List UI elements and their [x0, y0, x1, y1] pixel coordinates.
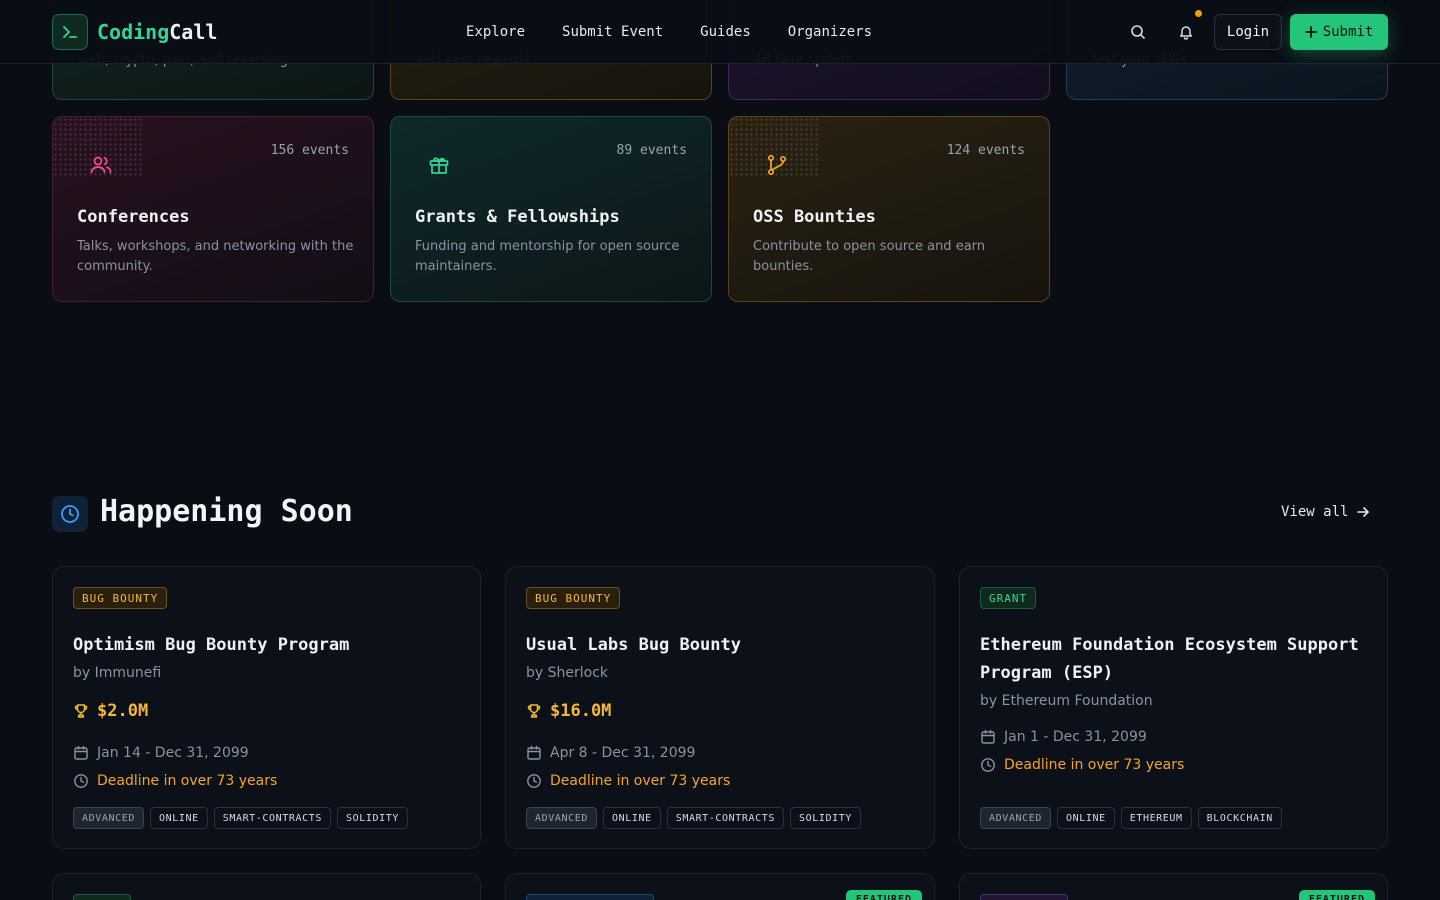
bell-icon[interactable] — [1174, 10, 1202, 44]
tag[interactable]: SMART-CONTRACTS — [213, 807, 332, 829]
calendar-icon — [527, 745, 541, 760]
clock-icon — [74, 774, 88, 788]
category-count: 89 events — [616, 143, 687, 158]
event-dates: Apr 8 - Dec 31, 2099 — [526, 745, 695, 761]
users-icon — [89, 153, 113, 177]
event-tags: ADVANCED ONLINE SMART-CONTRACTS SOLIDITY — [73, 807, 408, 829]
nav-link-guides[interactable]: Guides — [700, 24, 751, 40]
clock-icon — [981, 758, 995, 772]
event-organizer: by Immunefi — [73, 665, 162, 681]
event-prize: $16.0M — [526, 701, 611, 721]
category-card-oss-bounties[interactable]: 124 events OSS Bounties Contribute to op… — [728, 116, 1050, 302]
git-branch-icon — [765, 153, 789, 177]
search-icon[interactable] — [1126, 20, 1150, 44]
tag[interactable]: ONLINE — [1056, 807, 1115, 829]
event-type-badge — [526, 894, 654, 900]
category-card-grants[interactable]: 89 events Grants & Fellowships Funding a… — [390, 116, 712, 302]
event-tags: ADVANCED ONLINE SMART-CONTRACTS SOLIDITY — [526, 807, 861, 829]
nav-links: Explore Submit Event Guides Organizers — [466, 0, 872, 64]
event-title[interactable]: Ethereum Foundation Ecosystem Support Pr… — [980, 631, 1375, 687]
clock-icon — [527, 774, 541, 788]
event-deadline: Deadline in over 73 years — [980, 757, 1184, 773]
featured-badge: FEATURED — [845, 890, 922, 900]
clock-icon — [52, 496, 88, 532]
plus-icon — [1304, 26, 1317, 38]
tag-level[interactable]: ADVANCED — [73, 807, 144, 829]
event-card[interactable]: FEATURED — [959, 873, 1388, 900]
category-card-conferences[interactable]: 156 events Conferences Talks, workshops,… — [52, 116, 374, 302]
tag[interactable]: BLOCKCHAIN — [1197, 807, 1282, 829]
event-deadline-text: Deadline in over 73 years — [97, 773, 278, 789]
category-title: Conferences — [77, 207, 190, 227]
top-navbar: CodingCall Explore Submit Event Guides O… — [0, 0, 1440, 64]
category-desc: Contribute to open source and earn bount… — [753, 239, 986, 274]
tag[interactable]: SOLIDITY — [337, 807, 408, 829]
calendar-icon — [74, 745, 88, 760]
view-all-link[interactable]: View all — [1281, 504, 1370, 520]
notification-dot — [1195, 10, 1202, 17]
event-tags: ADVANCED ONLINE ETHEREUM BLOCKCHAIN — [980, 807, 1282, 829]
event-type-badge — [980, 894, 1068, 900]
brand-name: CodingCall — [97, 20, 218, 44]
event-date-range: Jan 14 - Dec 31, 2099 — [97, 745, 249, 761]
category-desc: Funding and mentorship for open source m… — [415, 239, 680, 274]
event-deadline-text: Deadline in over 73 years — [1004, 757, 1185, 773]
event-prize-amount: $16.0M — [550, 701, 612, 721]
event-title[interactable]: Optimism Bug Bounty Program — [73, 631, 473, 659]
featured-badge: FEATURED — [1298, 890, 1375, 900]
event-type-badge — [73, 894, 131, 900]
event-card[interactable]: FEATURED — [505, 873, 935, 900]
trophy-icon — [527, 704, 541, 718]
trophy-icon — [74, 704, 88, 718]
event-type-badge: GRANT — [980, 587, 1037, 609]
category-title: Grants & Fellowships — [415, 207, 620, 227]
nav-link-explore[interactable]: Explore — [466, 24, 525, 40]
view-all-label: View all — [1281, 504, 1349, 520]
event-deadline: Deadline in over 73 years — [526, 773, 730, 789]
submit-button[interactable]: Submit — [1290, 14, 1388, 50]
event-date-range: Jan 1 - Dec 31, 2099 — [1004, 729, 1147, 745]
tag[interactable]: SOLIDITY — [790, 807, 861, 829]
event-prize: $2.0M — [73, 701, 148, 721]
event-deadline: Deadline in over 73 years — [73, 773, 277, 789]
event-dates: Jan 14 - Dec 31, 2099 — [73, 745, 249, 761]
event-organizer: by Sherlock — [526, 665, 609, 681]
arrow-right-icon — [1357, 507, 1370, 517]
tag[interactable]: ETHEREUM — [1120, 807, 1192, 829]
submit-label: Submit — [1322, 24, 1374, 40]
event-title[interactable]: Usual Labs Bug Bounty — [526, 631, 926, 659]
event-date-range: Apr 8 - Dec 31, 2099 — [550, 745, 696, 761]
category-count: 156 events — [270, 143, 349, 158]
tag[interactable]: SMART-CONTRACTS — [666, 807, 785, 829]
event-card[interactable]: BUG BOUNTY Usual Labs Bug Bounty by Sher… — [505, 566, 935, 849]
event-prize-amount: $2.0M — [97, 701, 149, 721]
nav-link-organizers[interactable]: Organizers — [788, 24, 872, 40]
event-dates: Jan 1 - Dec 31, 2099 — [980, 729, 1147, 745]
category-desc: Talks, workshops, and networking with th… — [77, 239, 354, 274]
terminal-icon — [52, 14, 88, 50]
event-type-badge: BUG BOUNTY — [73, 587, 168, 609]
category-title: OSS Bounties — [753, 207, 876, 227]
tag-level[interactable]: ADVANCED — [980, 807, 1051, 829]
login-button[interactable]: Login — [1214, 14, 1282, 50]
nav-link-submit-event[interactable]: Submit Event — [562, 24, 663, 40]
gift-icon — [427, 153, 451, 177]
category-count: 124 events — [946, 143, 1025, 158]
event-card[interactable] — [52, 873, 481, 900]
tag-level[interactable]: ADVANCED — [526, 807, 597, 829]
tag[interactable]: ONLINE — [149, 807, 208, 829]
event-type-badge: BUG BOUNTY — [526, 587, 621, 609]
tag[interactable]: ONLINE — [602, 807, 661, 829]
section-title: Happening Soon — [100, 494, 353, 529]
event-organizer: by Ethereum Foundation — [980, 693, 1153, 709]
logo[interactable]: CodingCall — [52, 14, 217, 50]
event-card[interactable]: GRANT Ethereum Foundation Ecosystem Supp… — [959, 566, 1388, 849]
calendar-icon — [981, 729, 995, 744]
event-card[interactable]: BUG BOUNTY Optimism Bug Bounty Program b… — [52, 566, 481, 849]
event-deadline-text: Deadline in over 73 years — [550, 773, 731, 789]
